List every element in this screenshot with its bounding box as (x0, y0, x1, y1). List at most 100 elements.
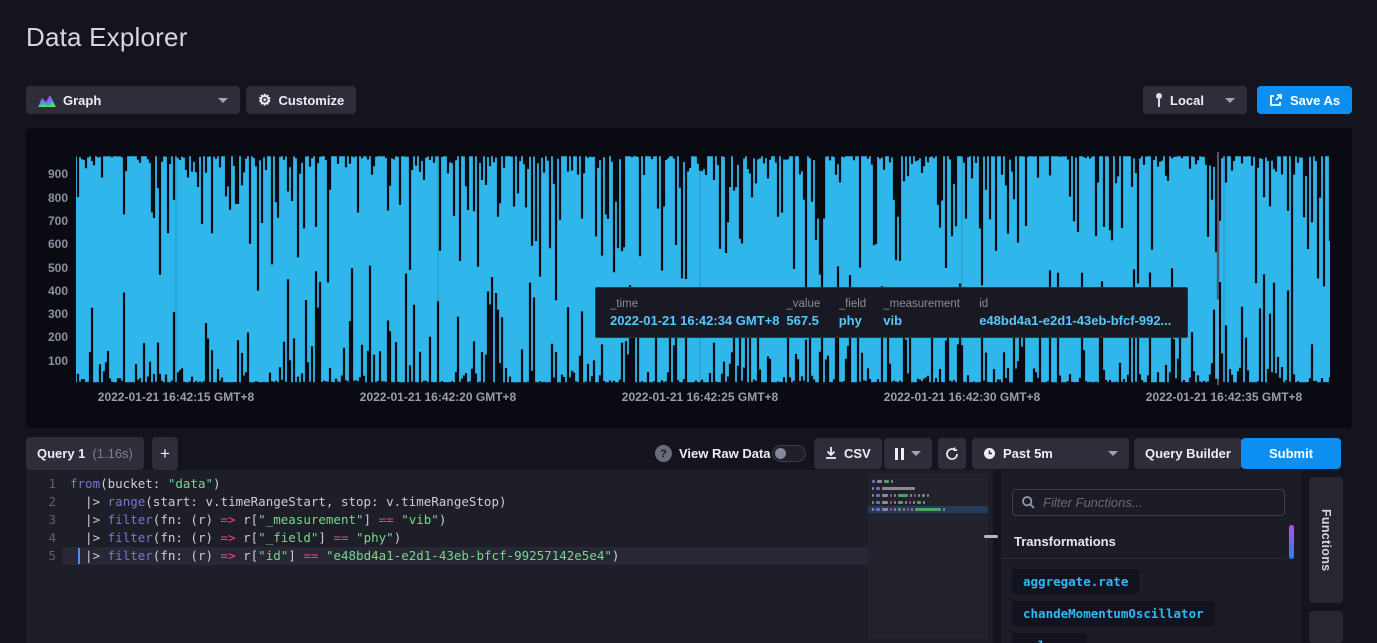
flux-script-editor[interactable]: 1from(bucket: "data")2 |> range(start: v… (26, 470, 993, 643)
time-series-plot[interactable] (76, 152, 1330, 385)
query-tab[interactable]: Query 1 (1.16s) (26, 437, 144, 470)
tooltip-header: _field (839, 298, 884, 310)
code-text: |> range(start: v.timeRangeStart, stop: … (70, 493, 507, 511)
data-explorer-page: Data Explorer Graph ⚙ Customize Local Sa… (0, 0, 1377, 643)
minimap-line (872, 487, 915, 490)
graph-type-icon (38, 93, 56, 107)
tooltip-value: 567.5 (786, 313, 838, 328)
refresh-button[interactable] (938, 438, 966, 469)
transformations-section-title: Transformations (1014, 534, 1116, 549)
x-tick-label: 2022-01-21 16:42:30 GMT+8 (867, 390, 1057, 404)
query-builder-button[interactable]: Query Builder (1134, 438, 1242, 469)
code-text: |> filter(fn: (r) => r["_measurement"] =… (70, 511, 446, 529)
y-tick-label: 800 (28, 191, 68, 205)
time-range-label: Past 5m (1003, 446, 1053, 461)
plus-icon: + (160, 444, 170, 464)
hover-tooltip: _time 2022-01-21 16:42:34 GMT+8_value 567.… (595, 287, 1188, 338)
tooltip-value: vib (883, 313, 979, 328)
code-line: 4 |> filter(fn: (r) => r["_field"] == "p… (26, 529, 993, 547)
code-text: from(bucket: "data") (70, 475, 221, 493)
save-as-button[interactable]: Save As (1257, 86, 1352, 114)
time-range-dropdown[interactable]: Past 5m (972, 438, 1129, 469)
view-type-dropdown[interactable]: Graph (26, 86, 240, 114)
chevron-down-icon (1225, 98, 1235, 103)
code-line: 1 from(bucket: "data") (26, 475, 993, 493)
tab-functions[interactable]: Functions (1309, 477, 1343, 603)
download-icon (825, 447, 837, 460)
view-raw-data-label: View Raw Data (679, 446, 771, 461)
tooltip-header: id (979, 298, 1173, 310)
csv-download-button[interactable]: CSV (814, 438, 882, 469)
y-tick-label: 500 (28, 261, 68, 275)
x-tick-label: 2022-01-21 16:42:35 GMT+8 (1129, 390, 1319, 404)
pause-dropdown-button[interactable] (884, 438, 932, 469)
tooltip-value: phy (839, 313, 884, 328)
code-text: |> filter(fn: (r) => r["id"] == "e48bd4a… (70, 547, 619, 565)
filter-functions-input[interactable] (1012, 489, 1285, 516)
local-label: Local (1170, 93, 1204, 108)
minimap-line (872, 501, 925, 504)
y-tick-label: 200 (28, 330, 68, 344)
tooltip-column: _measurementvib (883, 298, 979, 328)
minimap-line (872, 494, 929, 497)
page-title: Data Explorer (26, 22, 188, 53)
toggle-knob (775, 448, 786, 459)
x-tick-label: 2022-01-21 16:42:15 GMT+8 (81, 390, 271, 404)
code-text: |> filter(fn: (r) => r["_field"] == "phy… (70, 529, 401, 547)
local-dropdown[interactable]: Local (1143, 86, 1247, 114)
tab-collapsed-secondary[interactable] (1309, 611, 1343, 643)
section-divider (1001, 558, 1286, 559)
y-tick-label: 700 (28, 214, 68, 228)
query-tab-name: Query 1 (37, 446, 85, 461)
minimap-line (872, 508, 945, 511)
csv-label: CSV (844, 446, 871, 461)
function-pill-columns[interactable]: columns (1012, 633, 1087, 643)
view-type-label: Graph (63, 93, 101, 108)
tooltip-header: _measurement (883, 298, 979, 310)
customize-label: Customize (278, 93, 344, 108)
line-number: 3 (26, 511, 56, 529)
help-icon[interactable]: ? (655, 445, 672, 462)
panel-scrollbar[interactable] (1289, 525, 1294, 559)
query-tab-duration: (1.16s) (92, 446, 132, 461)
y-tick-label: 300 (28, 307, 68, 321)
customize-button[interactable]: ⚙ Customize (246, 86, 356, 114)
submit-button[interactable]: Submit (1241, 438, 1341, 469)
function-pill-aggregate-rate[interactable]: aggregate.rate (1012, 569, 1139, 594)
tooltip-value: e48bd4a1-e2d1-43eb-bfcf-992... (979, 313, 1173, 328)
tooltip-column: _fieldphy (839, 298, 884, 328)
panel-resize-handle[interactable] (984, 535, 998, 538)
add-query-button[interactable]: + (152, 437, 178, 470)
line-number: 5 (26, 547, 56, 565)
gear-icon: ⚙ (258, 93, 271, 108)
tooltip-column: _time 2022-01-21 16:42:34 GMT+8 (610, 298, 786, 328)
view-raw-data-toggle[interactable] (772, 445, 806, 462)
line-number: 4 (26, 529, 56, 547)
function-pill-chandemomentumoscillator[interactable]: chandeMomentumOscillator (1012, 601, 1215, 626)
tooltip-header: _value (786, 298, 838, 310)
tooltip-column: _value 567.5 (786, 298, 838, 328)
pause-icon (895, 448, 904, 460)
export-icon (1269, 93, 1283, 107)
chevron-down-icon (1108, 451, 1118, 456)
line-number: 2 (26, 493, 56, 511)
minimap-line (872, 480, 893, 483)
x-tick-label: 2022-01-21 16:42:20 GMT+8 (343, 390, 533, 404)
code-line: 3 |> filter(fn: (r) => r["_measurement"]… (26, 511, 993, 529)
code-line: 5 |> filter(fn: (r) => r["id"] == "e48bd… (26, 547, 993, 565)
graph-panel: 900 800 700 600 500 400 300 200 100 2022-01-21 1… (26, 128, 1352, 428)
x-tick-label: 2022-01-21 16:42:25 GMT+8 (605, 390, 795, 404)
line-number: 1 (26, 475, 56, 493)
y-tick-label: 400 (28, 284, 68, 298)
editor-minimap[interactable] (868, 474, 988, 639)
functions-panel: Transformations aggregate.rate chandeMome… (1001, 470, 1302, 643)
code-line: 2 |> range(start: v.timeRangeStart, stop… (26, 493, 993, 511)
tooltip-header: _time (610, 298, 786, 310)
y-tick-label: 900 (28, 167, 68, 181)
tooltip-column: id e48bd4a1-e2d1-43eb-bfcf-992... (979, 298, 1173, 328)
y-tick-label: 600 (28, 237, 68, 251)
chevron-down-icon (911, 451, 921, 456)
tooltip-value: 2022-01-21 16:42:34 GMT+8 (610, 313, 786, 328)
y-tick-label: 100 (28, 354, 68, 368)
chevron-down-icon (218, 98, 228, 103)
